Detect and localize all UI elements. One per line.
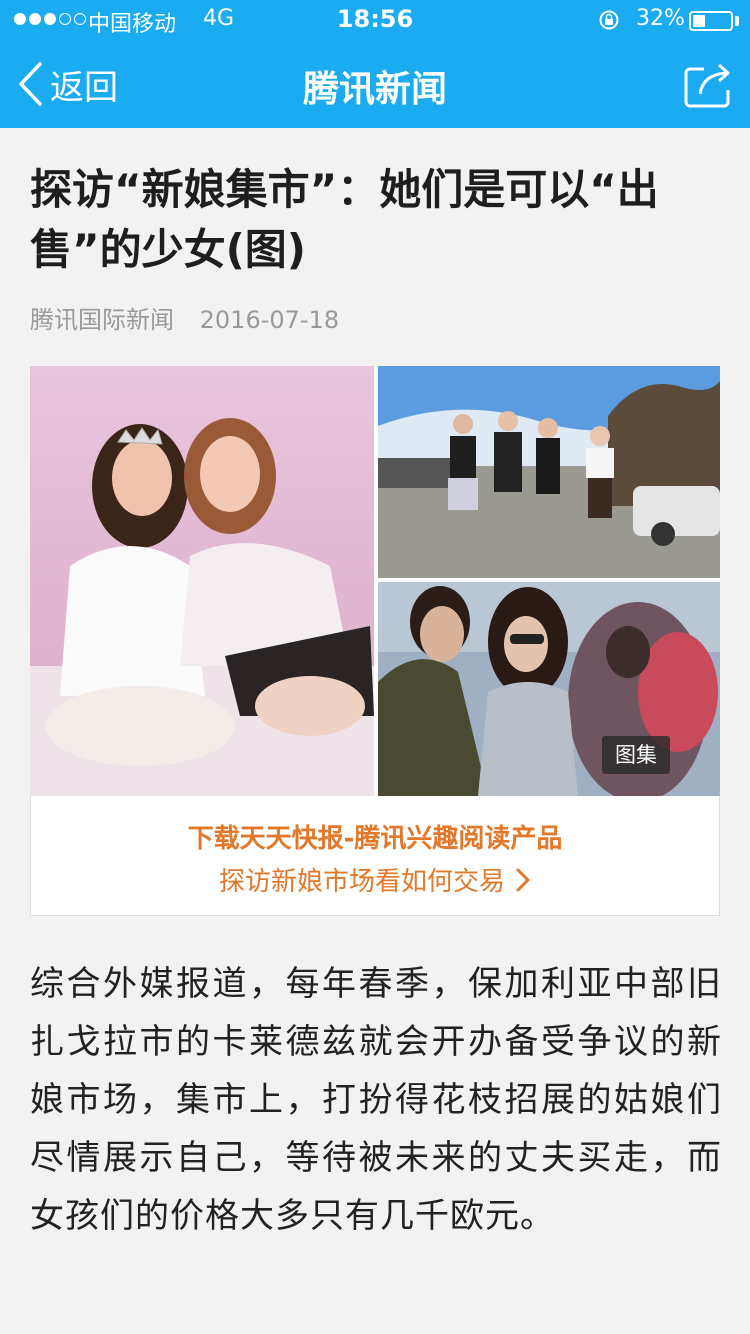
article-meta: 腾讯国际新闻 2016-07-18 <box>30 300 339 335</box>
page-title: 腾讯新闻 <box>302 69 447 110</box>
gallery-photo-walking[interactable] <box>378 366 720 578</box>
top-bar: 中国移动 4G 18:56 32% 返回 腾讯新闻 <box>0 0 750 128</box>
photo-gallery[interactable] <box>30 366 720 796</box>
battery-tip <box>735 16 739 26</box>
status-bar: 中国移动 4G 18:56 32% <box>0 0 750 40</box>
gallery-badge: 图集 <box>602 736 670 774</box>
app-promo-banner[interactable]: 下载天天快报-腾讯兴趣阅读产品 探访新娘市场看如何交易 <box>30 796 720 916</box>
article-date: 2016-07-18 <box>199 306 340 334</box>
article-source: 腾讯国际新闻 <box>30 306 174 334</box>
promo-title: 下载天天快报-腾讯兴趣阅读产品 <box>187 824 563 854</box>
chevron-right-icon <box>516 868 530 891</box>
battery-icon <box>689 11 733 31</box>
article-body: 综合外媒报道，每年春季，保加利亚中部旧扎戈拉市的卡莱德兹就会开办备受争议的新娘市… <box>30 964 722 1236</box>
promo-link-label: 探访新娘市场看如何交易 <box>218 867 505 897</box>
gallery-photo-main[interactable] <box>30 366 374 796</box>
article-headline: 探访“新娘集市”：她们是可以“出售”的少女(图) <box>30 165 659 274</box>
rotation-lock-icon <box>599 10 619 30</box>
share-icon[interactable] <box>682 60 736 110</box>
promo-link[interactable]: 探访新娘市场看如何交易 <box>31 861 719 898</box>
battery-percent: 32% <box>636 6 685 31</box>
